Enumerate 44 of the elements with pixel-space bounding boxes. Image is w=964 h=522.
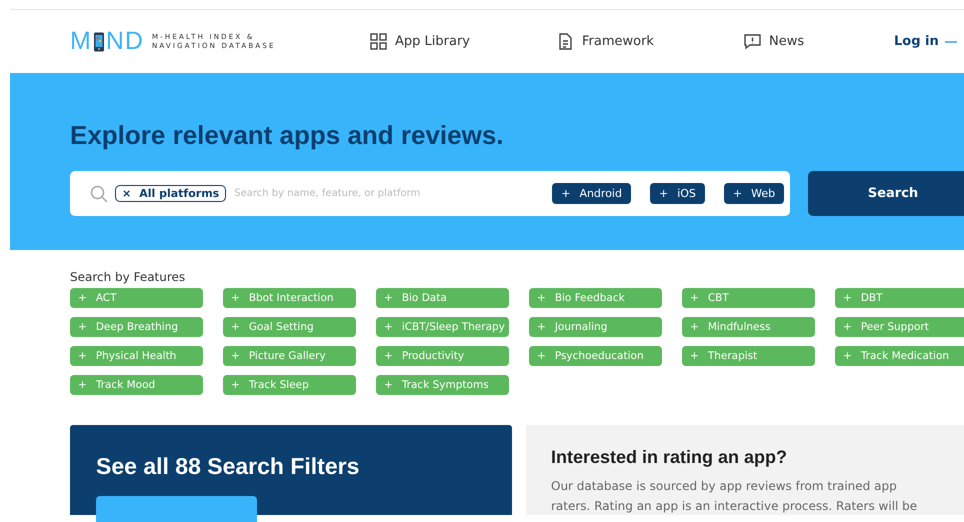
feature-tag[interactable]: + iCBT/Sleep Therapy (376, 317, 509, 337)
section-heading: Search by Features (70, 270, 186, 284)
nav-link[interactable]: News (744, 33, 894, 50)
hero-title: Explore relevant apps and reviews. (70, 119, 505, 151)
feature-tag[interactable]: + DBT (835, 288, 964, 308)
feature-tag[interactable]: + Therapist (682, 346, 815, 366)
document-icon (557, 33, 574, 50)
platform-button[interactable]: + Web (724, 183, 784, 204)
feature-tag[interactable]: + CBT (682, 288, 815, 308)
feature-tag[interactable]: + Productivity (376, 346, 509, 366)
feature-tag[interactable]: + Bio Data (376, 288, 509, 308)
logo-text: M (70, 29, 92, 54)
card-text: Our database is sourced by app reviews from trained app raters. Rating an app is an interactive process. Raters will be (551, 478, 918, 515)
nav-link[interactable]: App Library (370, 33, 557, 50)
feature-tag[interactable]: + Track Mood (70, 375, 203, 395)
platform-button[interactable]: + iOS (650, 183, 705, 204)
grid-icon (370, 33, 387, 50)
feature-tag[interactable]: + Deep Breathing (70, 317, 203, 337)
feature-tag[interactable]: + Bio Feedback (529, 288, 662, 308)
feature-tag[interactable]: + Track Sleep (223, 375, 356, 395)
search-button[interactable]: Search (808, 171, 964, 216)
card-title: See all 88 Search Filters (96, 453, 360, 480)
login-link[interactable]: Log in (894, 34, 939, 49)
platform-button[interactable]: + Android (552, 183, 631, 204)
feature-tag[interactable]: + Physical Health (70, 346, 203, 366)
feature-tag[interactable]: + Track Symptoms (376, 375, 509, 395)
card-title: Interested in rating an app? (551, 447, 788, 468)
phone-icon (92, 32, 105, 52)
feature-tag[interactable]: + Peer Support (835, 317, 964, 337)
search-field[interactable]: × All platforms Search by name, feature, or platform + Android + iOS + Web (70, 171, 790, 216)
platform-chip[interactable]: × All platforms (115, 185, 226, 202)
search-filters-button[interactable] (96, 496, 257, 522)
nav-link[interactable]: Framework (557, 33, 744, 50)
feature-tag[interactable]: + Track Medication (835, 346, 964, 366)
feature-tag[interactable]: + ACT (70, 288, 203, 308)
feature-tag[interactable]: + Goal Setting (223, 317, 356, 337)
feature-tag[interactable]: + Picture Gallery (223, 346, 356, 366)
chat-icon (744, 33, 761, 50)
feature-tag[interactable]: + Psychoeducation (529, 346, 662, 366)
logo-text: ND (106, 29, 144, 54)
search-icon (90, 184, 108, 202)
feature-tag[interactable]: + Mindfulness (682, 317, 815, 337)
feature-tag[interactable]: + Bbot Interaction (223, 288, 356, 308)
feature-tag[interactable]: + Journaling (529, 317, 662, 337)
